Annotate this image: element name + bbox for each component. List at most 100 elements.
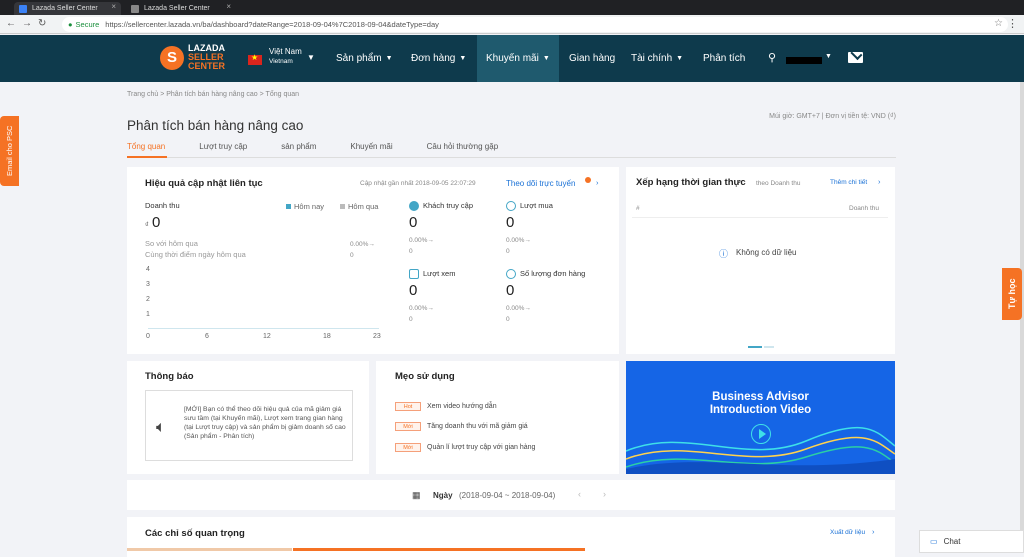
metric-tab-strip	[127, 548, 292, 551]
forward-icon[interactable]: →	[22, 18, 32, 29]
browser-tab[interactable]: Lazada Seller Center ×	[126, 2, 236, 15]
prev-date-icon[interactable]: ‹	[578, 489, 581, 499]
nav-label: Tài chính	[631, 53, 673, 64]
email-psc-tab[interactable]: Email cho PSC	[0, 116, 19, 186]
live-follow-link[interactable]: Theo dõi trực tuyến	[506, 179, 575, 188]
export-data-link[interactable]: Xuất dữ liệu	[830, 529, 865, 536]
breadcrumb[interactable]: Trang chủ > Phân tích bán hàng nâng cao …	[127, 91, 299, 98]
notice-box[interactable]: 🔈︎ [MỚI] Bạn có thể theo dõi hiệu quả củ…	[145, 390, 353, 461]
mail-icon[interactable]	[848, 52, 863, 63]
user-name-redacted[interactable]	[786, 57, 822, 64]
play-icon[interactable]	[751, 424, 771, 444]
metric-label: Số lượng đơn hàng	[520, 269, 586, 278]
tab-products[interactable]: sản phẩm	[281, 142, 316, 151]
metric-label: Khách truy cập	[423, 201, 474, 210]
x-tick: 23	[373, 333, 381, 340]
views-icon	[409, 269, 419, 279]
metric-sub: 0	[506, 248, 510, 255]
video-title-line-2: Introduction Video	[709, 404, 812, 416]
revenue-value: 0	[152, 214, 161, 231]
info-icon: ⓘ	[719, 249, 729, 259]
intro-video-banner[interactable]: Business Advisor Introduction Video	[626, 361, 895, 474]
nav-item-analytics[interactable]: Phân tích	[694, 35, 754, 82]
active-tab-indicator	[127, 156, 167, 158]
legend-yesterday: Hôm qua	[340, 202, 378, 211]
date-type-label[interactable]: Ngày	[433, 491, 453, 500]
url-input[interactable]: ● Secure https://sellercenter.lazada.vn/ba…	[62, 17, 1008, 32]
tips-title: Mẹo sử dụng	[395, 371, 455, 382]
country-selector[interactable]: Việt Nam Vietnam	[269, 47, 302, 67]
reload-icon[interactable]: ↻	[38, 18, 46, 29]
tip-link[interactable]: Tăng doanh thu với mã giảm giá	[427, 423, 528, 430]
metric-sub: 0	[506, 316, 510, 323]
caret-down-icon: ▼	[676, 55, 684, 62]
vietnam-flag-icon[interactable]	[248, 53, 262, 65]
legend-label: Hôm nay	[294, 202, 325, 211]
bookmark-star-icon[interactable]: ☆	[994, 18, 1003, 29]
chat-icon: ▭	[930, 537, 938, 546]
legend-label: Hôm qua	[348, 202, 379, 211]
close-icon[interactable]: ×	[226, 2, 231, 11]
nav-item-orders[interactable]: Đơn hàng ▼	[402, 35, 475, 82]
speaker-icon: 🔈︎	[156, 419, 166, 436]
metric-pct: 0.00%→	[506, 305, 531, 312]
chat-label: Chat	[943, 537, 961, 546]
close-icon[interactable]: ×	[111, 2, 116, 11]
empty-state: Không có dữ liệu	[736, 248, 797, 257]
browser-tab[interactable]: Lazada Seller Center ×	[14, 2, 121, 15]
lazada-logo[interactable]: S LAZADA SELLER CENTER	[160, 44, 225, 71]
calendar-icon[interactable]: ▦	[412, 490, 421, 501]
nav-item-store[interactable]: Gian hàng	[560, 35, 624, 82]
nav-item-promotions[interactable]: Khuyến mãi ▼	[477, 35, 559, 82]
pager-dot-active[interactable]	[748, 346, 762, 348]
caret-down-icon: ▼	[385, 55, 393, 62]
chat-button[interactable]: ▭ Chat	[919, 530, 1024, 553]
y-tick: 1	[146, 311, 150, 318]
ranking-by: theo Doanh thu	[756, 180, 801, 187]
metric-pct: 0.00%→	[409, 237, 434, 244]
metric-label: Lượt xem	[423, 269, 456, 278]
back-icon[interactable]: ←	[6, 18, 16, 29]
live-dot-icon	[585, 177, 591, 183]
tab-title: Lazada Seller Center	[32, 5, 98, 12]
metric-sub: 0	[409, 248, 413, 255]
tab-traffic[interactable]: Lượt truy cập	[199, 142, 247, 151]
x-tick: 12	[263, 333, 271, 340]
secure-label: Secure	[75, 20, 100, 29]
page-title: Phân tích bán hàng nâng cao	[127, 118, 304, 133]
more-details-link[interactable]: Thêm chi tiết	[830, 179, 867, 186]
self-learning-tab[interactable]: Tự học	[1002, 268, 1022, 320]
date-range[interactable]: (2018-09-04 ~ 2018-09-04)	[459, 491, 555, 500]
caret-down-icon[interactable]: ▼	[307, 53, 315, 62]
metric-pct: 0.00%→	[506, 237, 531, 244]
nav-label: Phân tích	[703, 53, 746, 64]
metric-value: 0	[506, 282, 515, 299]
chevron-right-icon[interactable]: ›	[596, 178, 599, 187]
timezone-info: Múi giờ: GMT+7 | Đơn vị tiền tệ: VND (₫)	[769, 113, 896, 120]
tab-promotions[interactable]: Khuyến mãi	[350, 142, 392, 151]
column-hash: #	[636, 205, 640, 212]
tab-overview[interactable]: Tổng quan	[127, 142, 165, 151]
sub-tabs: Tổng quan Lượt truy cập sản phẩm Khuyến …	[127, 142, 532, 151]
next-date-icon[interactable]: ›	[603, 489, 606, 499]
chevron-right-icon[interactable]: ›	[872, 527, 875, 536]
realtime-title: Hiệu quả cập nhật liên tục	[145, 178, 263, 189]
tab-title: Lazada Seller Center	[144, 5, 210, 12]
tip-link[interactable]: Xem video hướng dẫn	[427, 403, 497, 410]
nav-item-finance[interactable]: Tài chính ▼	[622, 35, 692, 82]
visitors-icon	[409, 201, 419, 211]
new-badge: Mới	[395, 422, 421, 431]
x-tick: 0	[146, 333, 150, 340]
caret-down-icon[interactable]: ▼	[825, 53, 832, 60]
notice-title: Thông báo	[145, 371, 194, 382]
nav-item-products[interactable]: Sản phẩm ▼	[327, 35, 402, 82]
tab-faq[interactable]: Câu hỏi thường gặp	[427, 142, 499, 151]
chart-x-axis	[148, 328, 379, 329]
chevron-right-icon[interactable]: ›	[878, 177, 881, 186]
tip-link[interactable]: Quản lí lượt truy cập với gian hàng	[427, 444, 535, 451]
user-icon[interactable]: ⚲	[768, 51, 776, 64]
metric-sub: 0	[409, 316, 413, 323]
browser-menu-icon[interactable]: ⋮	[1007, 17, 1018, 30]
pager-dot[interactable]	[764, 346, 774, 348]
favicon-icon	[19, 5, 27, 13]
